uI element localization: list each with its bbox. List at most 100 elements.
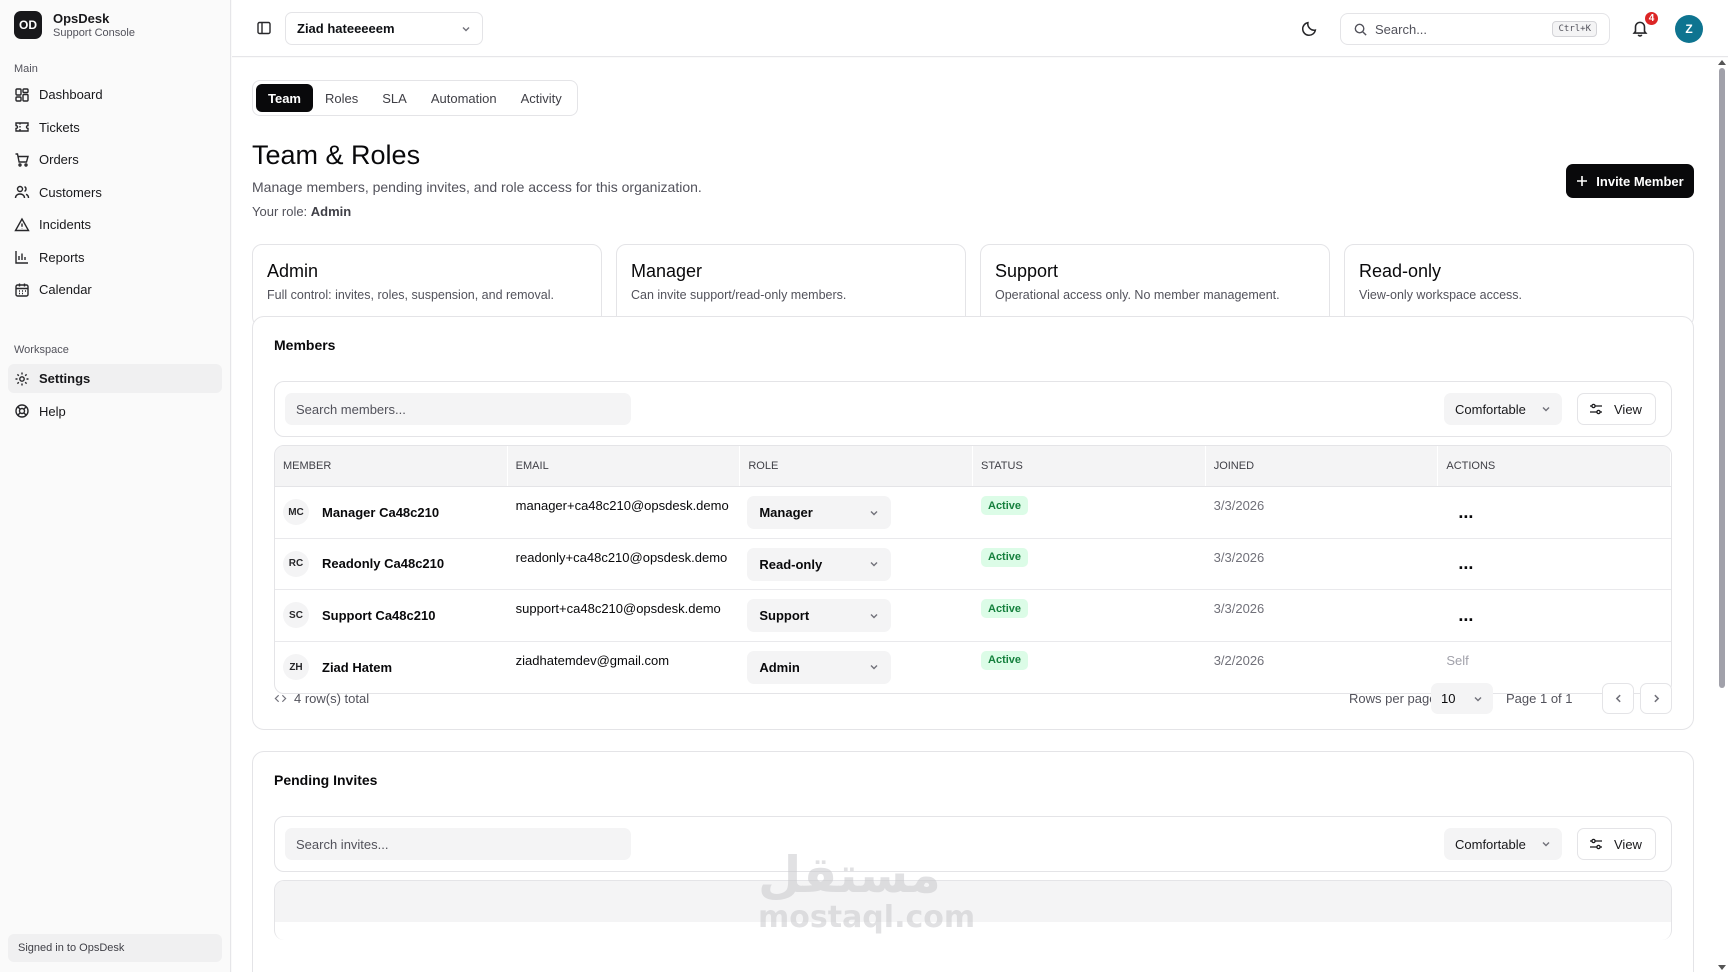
chevron-down-icon xyxy=(869,611,879,621)
role-card-read-only: Read-only View-only workspace access. xyxy=(1344,244,1694,327)
sliders-icon xyxy=(1589,402,1603,416)
sidebar-item-orders[interactable]: Orders xyxy=(8,145,222,174)
role-card-description: Can invite support/read-only members. xyxy=(631,288,847,302)
role-value: Admin xyxy=(310,204,352,219)
column-header-status[interactable]: STATUS xyxy=(973,446,1206,486)
member-name: Manager Ca48c210 xyxy=(322,504,440,520)
rows-per-page-select[interactable]: 10 xyxy=(1431,683,1493,714)
ticket-icon xyxy=(14,119,30,135)
member-cell: SC Support Ca48c210 xyxy=(275,590,508,641)
prev-page-button[interactable] xyxy=(1602,683,1634,714)
plus-icon xyxy=(1576,175,1588,187)
sidebar-item-label: Incidents xyxy=(39,217,92,232)
status-badge: Active xyxy=(981,496,1029,515)
sidebar-toggle-icon[interactable] xyxy=(256,20,272,36)
more-actions-button[interactable]: ... xyxy=(1458,502,1473,523)
sidebar-item-label: Reports xyxy=(39,249,85,265)
role-select[interactable]: Read-only xyxy=(747,547,892,581)
more-actions-button[interactable]: ... xyxy=(1458,605,1473,626)
sidebar-item-customers[interactable]: Customers xyxy=(8,178,222,207)
status-badge: Active xyxy=(981,599,1029,618)
invites-search-input[interactable]: Search invites... xyxy=(285,828,631,860)
members-table: MEMBER EMAIL ROLE STATUS JOINED ACTIONS … xyxy=(274,445,1672,694)
sidebar-item-settings[interactable]: Settings xyxy=(8,364,222,393)
brand-subtitle: Support Console xyxy=(53,26,135,39)
role-card-title: Manager xyxy=(631,261,703,281)
density-value: Comfortable xyxy=(1455,401,1526,417)
moon-icon[interactable] xyxy=(1301,20,1318,37)
chevron-down-icon xyxy=(1541,839,1551,849)
role-select[interactable]: Admin xyxy=(747,650,892,684)
sidebar-item-calendar[interactable]: Calendar xyxy=(8,275,222,304)
role-card-title: Support xyxy=(995,261,1059,281)
column-header-member[interactable]: MEMBER xyxy=(275,446,508,486)
view-options-button[interactable]: View xyxy=(1577,828,1656,860)
next-page-button[interactable] xyxy=(1640,683,1672,714)
column-header-joined[interactable]: JOINED xyxy=(1206,446,1439,486)
members-search-input[interactable]: Search members... xyxy=(285,393,631,425)
sidebar-item-tickets[interactable]: Tickets xyxy=(8,113,222,142)
page-title: Team & Roles xyxy=(252,140,421,170)
view-options-button[interactable]: View xyxy=(1577,393,1656,425)
role-cell: Manager xyxy=(740,487,973,538)
global-search-input[interactable]: Search... Ctrl+K xyxy=(1340,13,1610,45)
scroll-down-icon[interactable] xyxy=(1718,965,1726,970)
status-cell: Active xyxy=(973,487,1206,538)
role-select-value: Read-only xyxy=(759,556,823,572)
tab-automation[interactable]: Automation xyxy=(419,84,509,112)
sidebar-item-help[interactable]: Help xyxy=(8,397,222,426)
role-card-admin: Admin Full control: invites, roles, susp… xyxy=(252,244,602,327)
workspace-select[interactable]: Ziad hateeeeem xyxy=(285,12,483,45)
shortcut-hint: Ctrl+K xyxy=(1552,21,1597,37)
row-count: 4 row(s) total xyxy=(274,691,369,706)
more-actions-button[interactable]: ... xyxy=(1458,553,1473,574)
column-header-role[interactable]: ROLE xyxy=(740,446,974,486)
sidebar: OD OpsDesk Support Console Main Dashboar… xyxy=(0,0,231,972)
sliders-icon xyxy=(1589,837,1603,851)
nav-main: Dashboard Tickets Orders Customers Incid… xyxy=(8,80,222,308)
role-select[interactable]: Support xyxy=(747,599,892,632)
table-row: SC Support Ca48c210 support+ca48c210@ops… xyxy=(275,590,1671,642)
tab-team[interactable]: Team xyxy=(256,84,313,112)
role-cell: Read-only xyxy=(740,539,973,590)
sidebar-item-label: Help xyxy=(39,403,66,419)
scroll-up-icon[interactable] xyxy=(1718,60,1726,65)
role-cell: Support xyxy=(740,590,973,641)
main-content: Team Roles SLA Automation Activity Team … xyxy=(232,58,1716,972)
density-value: Comfortable xyxy=(1455,836,1526,852)
column-header-email[interactable]: EMAIL xyxy=(508,446,741,486)
avatar: SC xyxy=(283,602,309,629)
chevron-left-icon xyxy=(1615,694,1621,703)
tab-activity[interactable]: Activity xyxy=(509,84,574,112)
member-email: manager+ca48c210@opsdesk.demo xyxy=(515,498,729,513)
status-badge: Active xyxy=(981,650,1029,670)
status-cell: Active xyxy=(973,590,1206,641)
signed-in-status[interactable]: Signed in to OpsDesk xyxy=(8,934,222,962)
brand[interactable]: OD OpsDesk Support Console xyxy=(14,11,135,40)
density-select[interactable]: Comfortable xyxy=(1444,828,1562,860)
invite-member-label: Invite Member xyxy=(1596,173,1684,189)
joined-date: 3/3/2026 xyxy=(1213,498,1265,513)
main-scrollbar[interactable] xyxy=(1716,58,1728,972)
sidebar-item-dashboard[interactable]: Dashboard xyxy=(8,80,222,109)
brand-name: OpsDesk xyxy=(53,11,110,26)
sidebar-item-reports[interactable]: Reports xyxy=(8,243,222,272)
page-info: Page 1 of 1 xyxy=(1506,691,1573,706)
brand-logo: OD xyxy=(14,11,42,40)
role-label: Your role: xyxy=(252,204,308,219)
sidebar-item-label: Customers xyxy=(39,184,102,200)
joined-date: 3/3/2026 xyxy=(1213,601,1265,616)
tab-roles[interactable]: Roles xyxy=(313,84,370,112)
scroll-thumb[interactable] xyxy=(1719,68,1725,688)
role-select[interactable]: Manager xyxy=(747,496,892,529)
status-badge: Active xyxy=(981,547,1029,567)
nav-group-main-label: Main xyxy=(14,63,38,75)
sidebar-item-incidents[interactable]: Incidents xyxy=(8,210,222,239)
page-description: Manage members, pending invites, and rol… xyxy=(252,179,702,195)
pending-invites-title: Pending Invites xyxy=(274,772,378,788)
members-toolbar: Search members... Comfortable View xyxy=(274,381,1672,437)
invite-member-button[interactable]: Invite Member xyxy=(1566,164,1694,198)
tab-sla[interactable]: SLA xyxy=(370,84,419,112)
density-select[interactable]: Comfortable xyxy=(1444,393,1562,425)
user-avatar[interactable]: Z xyxy=(1675,15,1703,43)
